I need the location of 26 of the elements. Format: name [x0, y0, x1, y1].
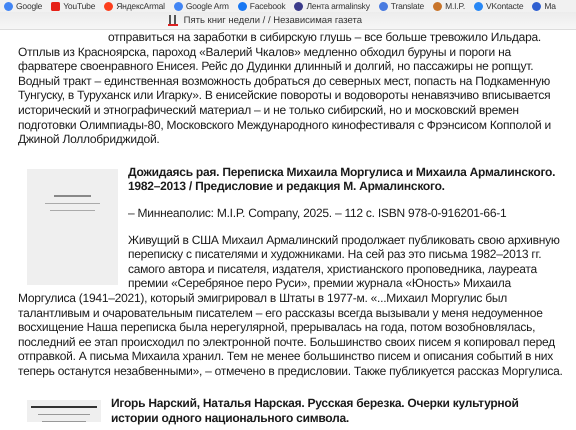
bookmark-link[interactable]: Лента armalinsky — [294, 1, 370, 11]
paragraph: отправиться на заработки в сибирскую глушь – все больше тревожило Ильдара. — [107, 30, 542, 45]
bookmark-link[interactable]: VKontacte — [474, 1, 524, 11]
bookmark-link[interactable]: Translate — [378, 1, 424, 11]
play-icon — [51, 2, 60, 10]
bookmark-link[interactable]: Ma — [532, 1, 556, 11]
book-imprint: – Миннеаполис: M.I.P. Company, 2025. – 112 с. ISBN 978-0-916201-66-1 — [128, 206, 508, 221]
site-icon — [4, 2, 13, 10]
site-icon — [174, 2, 183, 10]
site-icon — [378, 2, 388, 10]
site-icon — [238, 2, 247, 10]
book-review: Живущий в США Михаил Армалинский продолжает публиковать свою архивную переписку с писателями и художниками. На сей раз это письма 1982–2013 гг. самого автора и писателя, издателя, христианского проповедника, лауреата премии «Серебряное перо Руси», премии журнала «Юность» Михаила Моргулиса (1941–2021), который эмигрировал в Штаты в 1977-м. «...Михаил Моргулис был талантливым и очаровательным писателем – его рассказы всегда вызывали у меня недоуменное восхищение Наша переписка была нерегулярной, прерывалась на года, потом возобновлялась, последний ее этап происходил по электронной почте. Большинство своих писем я копировал перед отправкой. А письма Михаила хранил. Тем не менее большинство писем и описания событий в них теперь останутся незабвенными», – отмечено в предисловии. Также публикуется рассказ Моргулиса. — [18, 232, 564, 378]
bookmark-link[interactable]: ЯндексArmal — [104, 1, 165, 11]
site-icon — [433, 2, 442, 10]
bookmark-link[interactable]: M.I.P. — [433, 1, 465, 11]
site-icon — [532, 2, 542, 10]
person-icon — [294, 2, 304, 10]
paragraph: Отплыв из Красноярска, пароход «Валерий Чкалов» медленно обходил буруны и пороги на фарватере своенравного Енисея. Рейс до Дудинки длинный и долгий, но пассажиры не ропщут. Водный тракт – единственная возможность добраться до северных мест, попасть на Подкаменную Тунгуску, в Туруханск или Игарку». В енисейские повороты и водовороты ненавязчиво вписывается исторический и этнографический материал – и не только сибирский, но и московский времен подготовки Олимпиады-80, Московского Международного кинофестиваля с Фрэнсисом Копполой и Джиной Лоллобриджидой. — [18, 44, 552, 147]
bookmark-link[interactable]: Google Arm — [174, 1, 229, 11]
book-title: Игорь Нарский, Наталья Нарская. Русская березка. Очерки культурной истории одного национального символа. — [111, 396, 520, 426]
site-icon — [104, 2, 114, 10]
book-title: Дожидаясь рая. Переписка Михаила Моргулиса и Михаила Армалинского. 1982–2013 / Предисловие и редакция М. Армалинского. — [128, 164, 556, 194]
bookmark-link[interactable]: Facebook — [238, 1, 286, 11]
bookmark-link[interactable]: Google — [4, 1, 42, 11]
bookmark-link[interactable]: YouTube — [51, 1, 96, 11]
site-icon — [474, 2, 483, 10]
